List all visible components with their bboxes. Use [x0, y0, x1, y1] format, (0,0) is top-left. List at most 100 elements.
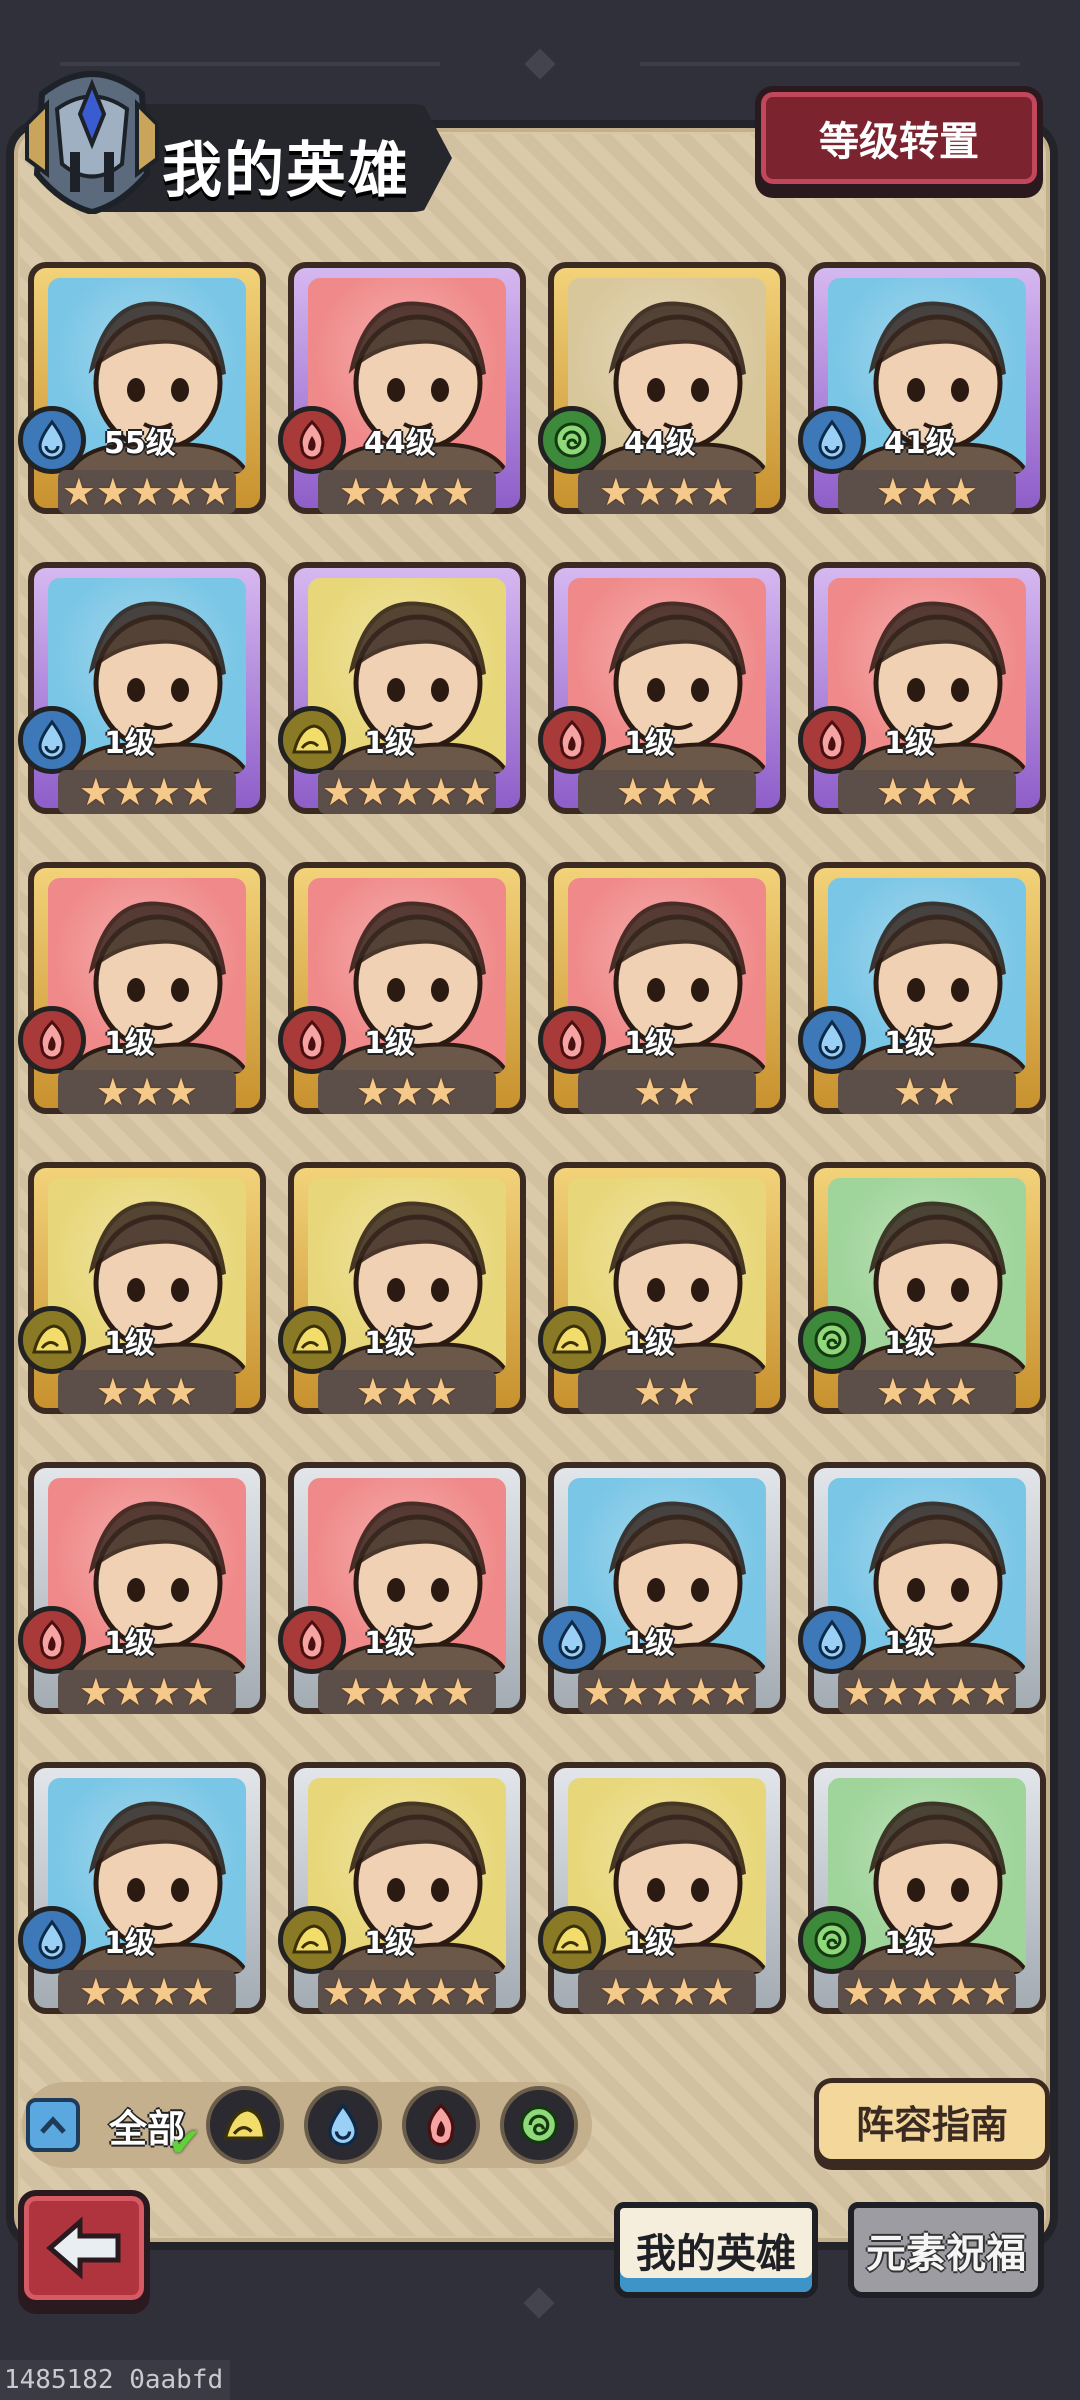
- hero-level: 1级: [624, 726, 675, 761]
- earth-element-icon: [538, 1906, 606, 1974]
- hero-card[interactable]: 55级 ★★★★★: [18, 262, 266, 514]
- star-rating: ★★★: [355, 1070, 459, 1114]
- ornament-diamond-bottom: [523, 2287, 555, 2319]
- hero-card[interactable]: 1级 ★★★★: [18, 562, 266, 814]
- hero-card[interactable]: 1级 ★★★★: [18, 1462, 266, 1714]
- star-rating: ★★: [892, 1070, 962, 1114]
- fire-element-icon: [798, 706, 866, 774]
- earth-element-icon: [18, 1306, 86, 1374]
- hero-level: 1级: [364, 726, 415, 761]
- fire-element-icon: [278, 1006, 346, 1074]
- star-rating: ★★: [632, 1070, 702, 1114]
- hero-level: 44级: [624, 426, 696, 461]
- filter-earth-button[interactable]: [206, 2086, 284, 2164]
- hero-level: 1级: [884, 1626, 935, 1661]
- hero-stars: ★★★: [58, 1070, 236, 1114]
- hero-card[interactable]: 1级 ★★: [798, 862, 1046, 1114]
- star-rating: ★★★: [875, 470, 979, 514]
- hero-stars: ★★★★: [58, 1970, 236, 2014]
- hero-card[interactable]: 44级 ★★★★: [538, 262, 786, 514]
- hero-card[interactable]: 1级 ★★★★: [538, 1762, 786, 2014]
- hero-stars: ★★★: [838, 1370, 1016, 1414]
- hero-card[interactable]: 1级 ★★★★★: [538, 1462, 786, 1714]
- wind-element-icon: [519, 2105, 559, 2145]
- hero-stars: ★★★★: [578, 1970, 756, 2014]
- water-element-icon: [328, 2102, 358, 2147]
- star-rating: ★★★: [95, 1070, 199, 1114]
- hero-level: 1级: [364, 1626, 415, 1661]
- hero-stars: ★★: [838, 1070, 1016, 1114]
- hero-grid: 55级 ★★★★★ 44级 ★★★★ 44级 ★★★★ 41级 ★★★ 1级 ★★★★ 1级 ★★★★…: [18, 262, 1058, 2014]
- page-header: 我的英雄: [22, 64, 452, 214]
- hero-stars: ★★★★★: [578, 1670, 756, 1714]
- tab-element-blessing-label: 元素祝福: [866, 2231, 1026, 2277]
- star-rating: ★★★: [355, 1370, 459, 1414]
- fire-element-icon: [427, 2103, 455, 2147]
- hero-card[interactable]: 1级 ★★★: [538, 562, 786, 814]
- hero-card[interactable]: 1级 ★★★★★: [278, 562, 526, 814]
- hero-stars: ★★★: [318, 1070, 496, 1114]
- hero-card[interactable]: 1级 ★★★★: [18, 1762, 266, 2014]
- hero-stars: ★★★: [838, 770, 1016, 814]
- earth-element-icon: [278, 706, 346, 774]
- hero-card[interactable]: 1级 ★★★: [18, 862, 266, 1114]
- hero-stars: ★★★★: [318, 1670, 496, 1714]
- hero-level: 1级: [884, 726, 935, 761]
- hero-stars: ★★★★★: [838, 1970, 1016, 2014]
- collapse-filter-button[interactable]: [26, 2098, 80, 2152]
- check-icon: ✔: [168, 2120, 202, 2166]
- tab-element-blessing[interactable]: 元素祝福: [848, 2202, 1044, 2298]
- filter-wind-button[interactable]: [500, 2086, 578, 2164]
- hero-card[interactable]: 1级 ★★★: [278, 1162, 526, 1414]
- star-rating: ★★★★: [598, 1970, 736, 2014]
- water-element-icon: [18, 406, 86, 474]
- hero-stars: ★★★: [58, 1370, 236, 1414]
- hero-card[interactable]: 1级 ★★★★★: [798, 1762, 1046, 2014]
- water-element-icon: [538, 1606, 606, 1674]
- hero-stars: ★★★★: [578, 470, 756, 514]
- hero-card[interactable]: 1级 ★★★: [798, 562, 1046, 814]
- wind-element-icon: [538, 406, 606, 474]
- hero-card[interactable]: 41级 ★★★: [798, 262, 1046, 514]
- back-button[interactable]: [18, 2190, 150, 2306]
- star-rating: ★★★★★: [321, 770, 493, 814]
- hero-card[interactable]: 1级 ★★★★: [278, 1462, 526, 1714]
- hero-stars: ★★★★★: [318, 1970, 496, 2014]
- hero-card[interactable]: 44级 ★★★★: [278, 262, 526, 514]
- star-rating: ★★★★★: [581, 1670, 753, 1714]
- earth-element-icon: [278, 1906, 346, 1974]
- ornament-diamond: [524, 48, 556, 80]
- star-rating: ★★★★: [338, 470, 476, 514]
- hero-stars: ★★★★★: [838, 1670, 1016, 1714]
- hero-level: 1级: [364, 1026, 415, 1061]
- level-transfer-button[interactable]: 等级转置: [755, 86, 1043, 190]
- page-title: 我的英雄: [162, 136, 410, 206]
- tab-my-heroes[interactable]: 我的英雄: [614, 2202, 818, 2298]
- build-id: 1485182 0aabfd: [0, 2360, 230, 2400]
- hero-level: 55级: [104, 426, 176, 461]
- hero-level: 1级: [104, 1026, 155, 1061]
- hero-card[interactable]: 1级 ★★★: [278, 862, 526, 1114]
- earth-element-icon: [223, 2108, 267, 2140]
- wind-element-icon: [798, 1306, 866, 1374]
- hero-stars: ★★★★★: [318, 770, 496, 814]
- back-arrow-icon: [46, 2216, 121, 2280]
- filter-fire-button[interactable]: [402, 2086, 480, 2164]
- hero-card[interactable]: 1级 ★★: [538, 1162, 786, 1414]
- lineup-guide-button[interactable]: 阵容指南: [814, 2078, 1050, 2164]
- hero-card[interactable]: 1级 ★★★★★: [798, 1462, 1046, 1714]
- lineup-guide-label: 阵容指南: [855, 2102, 1008, 2147]
- hero-level: 44级: [364, 426, 436, 461]
- hero-level: 1级: [624, 1926, 675, 1961]
- water-element-icon: [798, 1006, 866, 1074]
- star-rating: ★★★: [875, 1370, 979, 1414]
- hero-card[interactable]: 1级 ★★★: [18, 1162, 266, 1414]
- filter-water-button[interactable]: [304, 2086, 382, 2164]
- hero-card[interactable]: 1级 ★★★★★: [278, 1762, 526, 2014]
- hero-stars: ★★★: [578, 770, 756, 814]
- hero-card[interactable]: 1级 ★★★: [798, 1162, 1046, 1414]
- star-rating: ★★★★: [598, 470, 736, 514]
- water-element-icon: [18, 1906, 86, 1974]
- hero-card[interactable]: 1级 ★★: [538, 862, 786, 1114]
- hero-level: 1级: [104, 1626, 155, 1661]
